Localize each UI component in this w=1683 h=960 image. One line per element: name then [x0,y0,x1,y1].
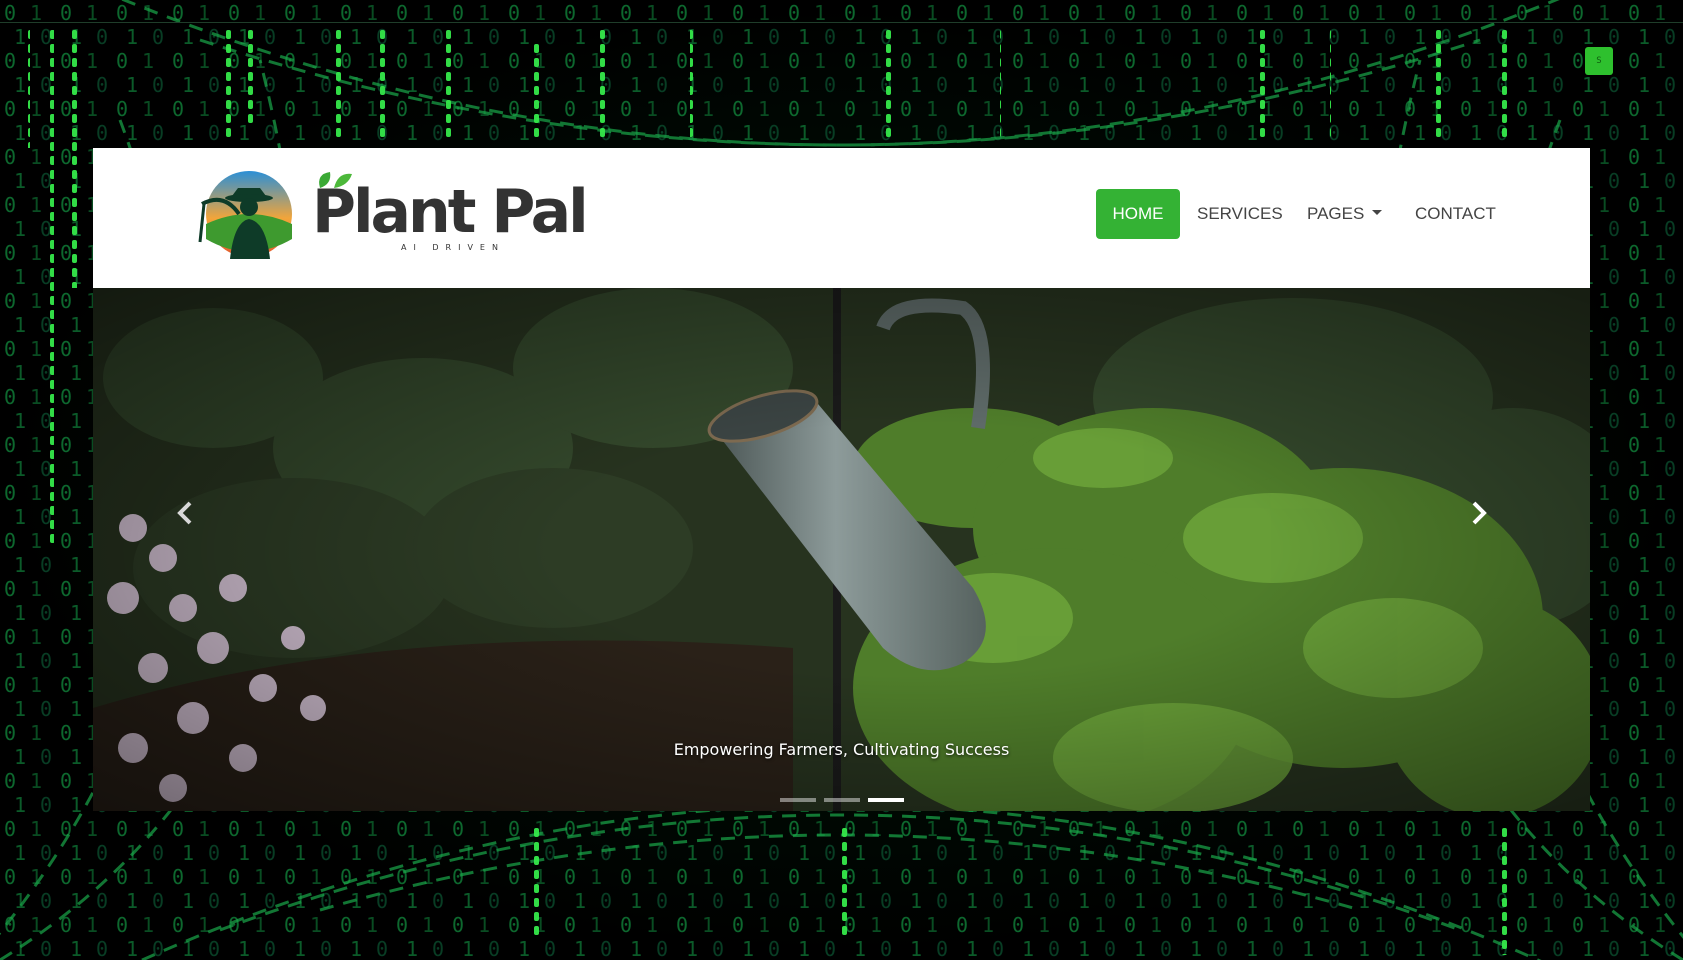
nav-contact[interactable]: CONTACT [1415,189,1496,239]
carousel-indicators [93,798,1590,802]
carousel-prev-button[interactable] [176,500,216,540]
brand-tagline: AI DRIVEN [401,243,505,252]
website-frame: Plant Pal AI DRIVEN HOME SERVICES PAGES … [93,148,1590,811]
top-divider [0,22,1683,23]
nav-services[interactable]: SERVICES [1197,189,1283,239]
carousel-indicator-1[interactable] [780,798,816,802]
carousel-caption: Empowering Farmers, Cultivating Success [673,740,1010,759]
main-nav: HOME SERVICES PAGES CONTACT [93,189,1590,239]
nav-pages-label: PAGES [1307,204,1365,223]
carousel-indicator-2[interactable] [824,798,860,802]
chevron-right-icon [1472,501,1487,525]
hero-image [93,288,1590,811]
hero-carousel: Empowering Farmers, Cultivating Success [93,288,1590,811]
caret-down-icon [1372,210,1383,216]
chevron-left-icon [177,501,192,525]
corner-badge[interactable]: S [1585,47,1613,75]
carousel-indicator-3[interactable] [868,798,904,802]
carousel-next-button[interactable] [1470,500,1510,540]
navbar: Plant Pal AI DRIVEN HOME SERVICES PAGES … [93,148,1590,288]
nav-pages[interactable]: PAGES [1307,189,1383,239]
nav-home[interactable]: HOME [1096,189,1180,239]
